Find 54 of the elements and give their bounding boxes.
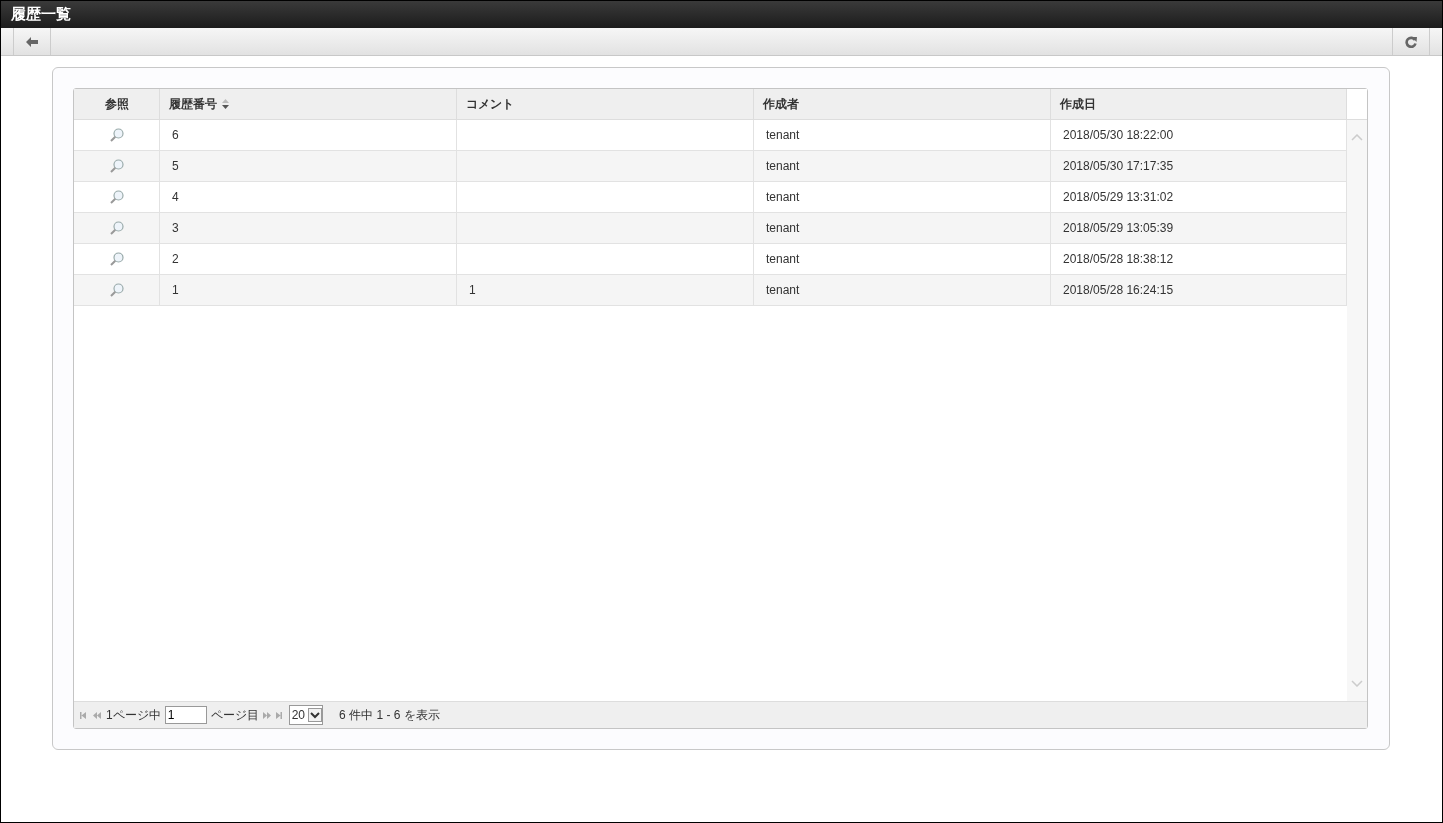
view-button[interactable]	[108, 189, 125, 205]
table-cell: 2018/05/30 18:22:00	[1063, 128, 1174, 142]
table-cell: 2018/05/29 13:05:39	[1063, 221, 1174, 235]
column-header: 作成日	[1060, 95, 1096, 113]
table-cell: 1	[469, 283, 476, 297]
table-cell: tenant	[766, 221, 800, 235]
back-button[interactable]	[13, 28, 51, 55]
table-cell: 2018/05/28 16:24:15	[1063, 283, 1174, 297]
table-cell: 6	[172, 128, 179, 142]
page-input[interactable]: 1	[164, 706, 207, 724]
table-cell: tenant	[766, 159, 800, 173]
dropdown-caret-icon	[308, 708, 323, 722]
window-title: 履歴一覧	[11, 5, 71, 24]
scroll-down-icon[interactable]	[1351, 680, 1363, 687]
record-summary: 6 件中 1 - 6 を表示	[339, 706, 440, 724]
table-cell: tenant	[766, 128, 800, 142]
view-button[interactable]	[108, 158, 125, 174]
table-cell: 1	[172, 283, 179, 297]
table-cell: 2018/05/30 17:17:35	[1063, 159, 1174, 173]
magnifier-icon	[108, 220, 125, 236]
column-header: 参照	[104, 95, 129, 113]
table-cell: 3	[172, 221, 179, 235]
refresh-button[interactable]	[1392, 28, 1430, 55]
column-header[interactable]: 履歴番号	[169, 95, 217, 113]
table-cell: 5	[172, 159, 179, 173]
table-cell: tenant	[766, 252, 800, 266]
table-cell: 2018/05/28 18:38:12	[1063, 252, 1174, 266]
column-header: コメント	[466, 95, 514, 113]
page-size-select[interactable]: 20	[288, 705, 324, 725]
scroll-up-icon[interactable]	[1351, 134, 1363, 141]
view-button[interactable]	[108, 282, 125, 298]
page-count-label: 1ページ中	[106, 706, 161, 724]
column-header: 作成者	[763, 95, 799, 113]
magnifier-icon	[108, 189, 125, 205]
view-button[interactable]	[108, 127, 125, 143]
magnifier-icon	[108, 158, 125, 174]
last-page-icon[interactable]	[275, 711, 285, 719]
refresh-icon	[1405, 35, 1417, 48]
back-arrow-icon	[26, 36, 38, 47]
table-cell: 4	[172, 190, 179, 204]
magnifier-icon	[108, 251, 125, 267]
table-cell: 2	[172, 252, 179, 266]
previous-page-icon[interactable]	[93, 711, 102, 719]
table-cell: tenant	[766, 283, 800, 297]
page-suffix-label: ページ目	[210, 706, 259, 724]
magnifier-icon	[108, 282, 125, 298]
view-button[interactable]	[108, 251, 125, 267]
view-button[interactable]	[108, 220, 125, 236]
table-cell: tenant	[766, 190, 800, 204]
next-page-icon[interactable]	[262, 711, 272, 719]
first-page-icon[interactable]	[80, 711, 89, 719]
table-cell: 2018/05/29 13:31:02	[1063, 190, 1174, 204]
magnifier-icon	[108, 127, 125, 143]
sort-icon[interactable]	[222, 99, 229, 109]
